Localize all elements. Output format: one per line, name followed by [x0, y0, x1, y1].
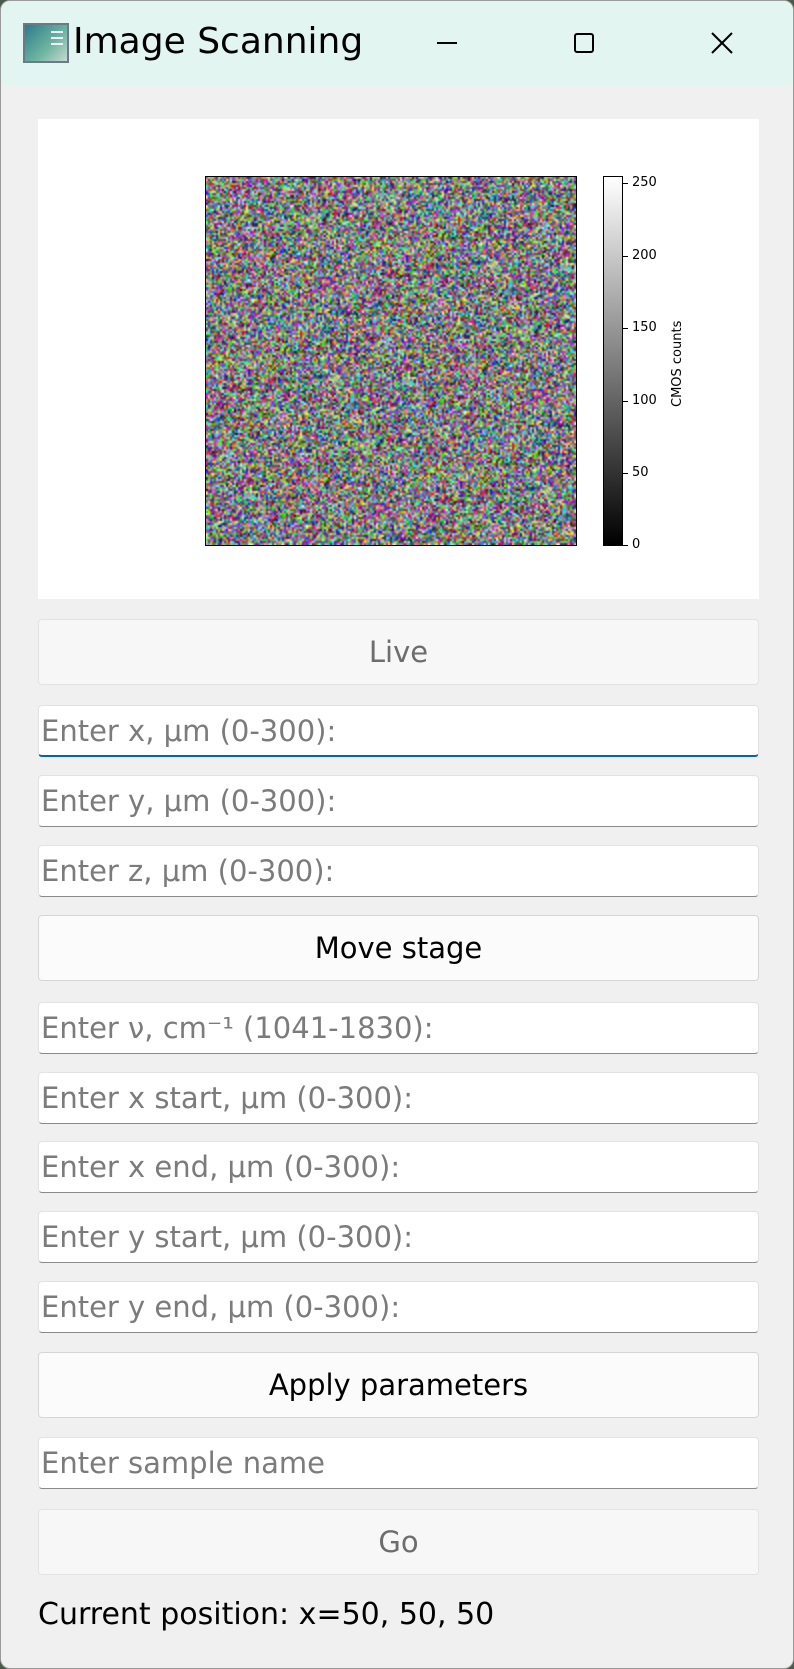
apply-parameters-button[interactable]: Apply parameters — [38, 1352, 759, 1418]
colorbar-tick-label: 50 — [632, 465, 649, 480]
move-stage-button[interactable]: Move stage — [38, 915, 759, 981]
live-button[interactable]: Live — [38, 619, 759, 685]
colorbar-tick-label: 150 — [632, 320, 657, 335]
camera-image — [205, 176, 577, 546]
colorbar-tick-label: 250 — [632, 175, 657, 190]
noise-image — [206, 177, 576, 545]
colorbar — [603, 176, 623, 546]
maximize-icon — [574, 33, 594, 53]
x-input[interactable] — [38, 705, 759, 757]
maximize-button[interactable] — [564, 23, 604, 63]
close-icon — [711, 32, 733, 54]
z-input[interactable] — [38, 845, 759, 897]
y-end-input[interactable] — [38, 1281, 759, 1333]
colorbar-tick-label: 200 — [632, 248, 657, 263]
app-chart-icon — [23, 23, 69, 63]
minimize-button[interactable] — [427, 23, 467, 63]
wavenumber-input[interactable] — [38, 1002, 759, 1054]
window-title: Image Scanning — [73, 21, 364, 62]
current-position-label: Current position: x=50, 50, 50 — [38, 1597, 495, 1632]
main-window: Image Scanning 250 200 150 100 50 0 CMOS… — [0, 0, 794, 1669]
colorbar-title: CMOS counts — [670, 320, 685, 407]
close-button[interactable] — [702, 23, 742, 63]
colorbar-tick — [623, 183, 628, 184]
colorbar-tick — [623, 256, 628, 257]
minimize-icon — [437, 42, 457, 44]
x-end-input[interactable] — [38, 1141, 759, 1193]
colorbar-tick — [623, 328, 628, 329]
title-bar[interactable]: Image Scanning — [1, 1, 793, 85]
colorbar-tick-label: 100 — [632, 393, 657, 408]
y-input[interactable] — [38, 775, 759, 827]
colorbar-tick-label: 0 — [632, 537, 641, 552]
colorbar-tick — [623, 401, 628, 402]
sample-name-input[interactable] — [38, 1437, 759, 1489]
go-button[interactable]: Go — [38, 1509, 759, 1575]
x-start-input[interactable] — [38, 1072, 759, 1124]
colorbar-tick — [623, 473, 628, 474]
image-canvas-panel: 250 200 150 100 50 0 CMOS counts — [38, 119, 759, 599]
colorbar-tick — [623, 545, 628, 546]
y-start-input[interactable] — [38, 1211, 759, 1263]
